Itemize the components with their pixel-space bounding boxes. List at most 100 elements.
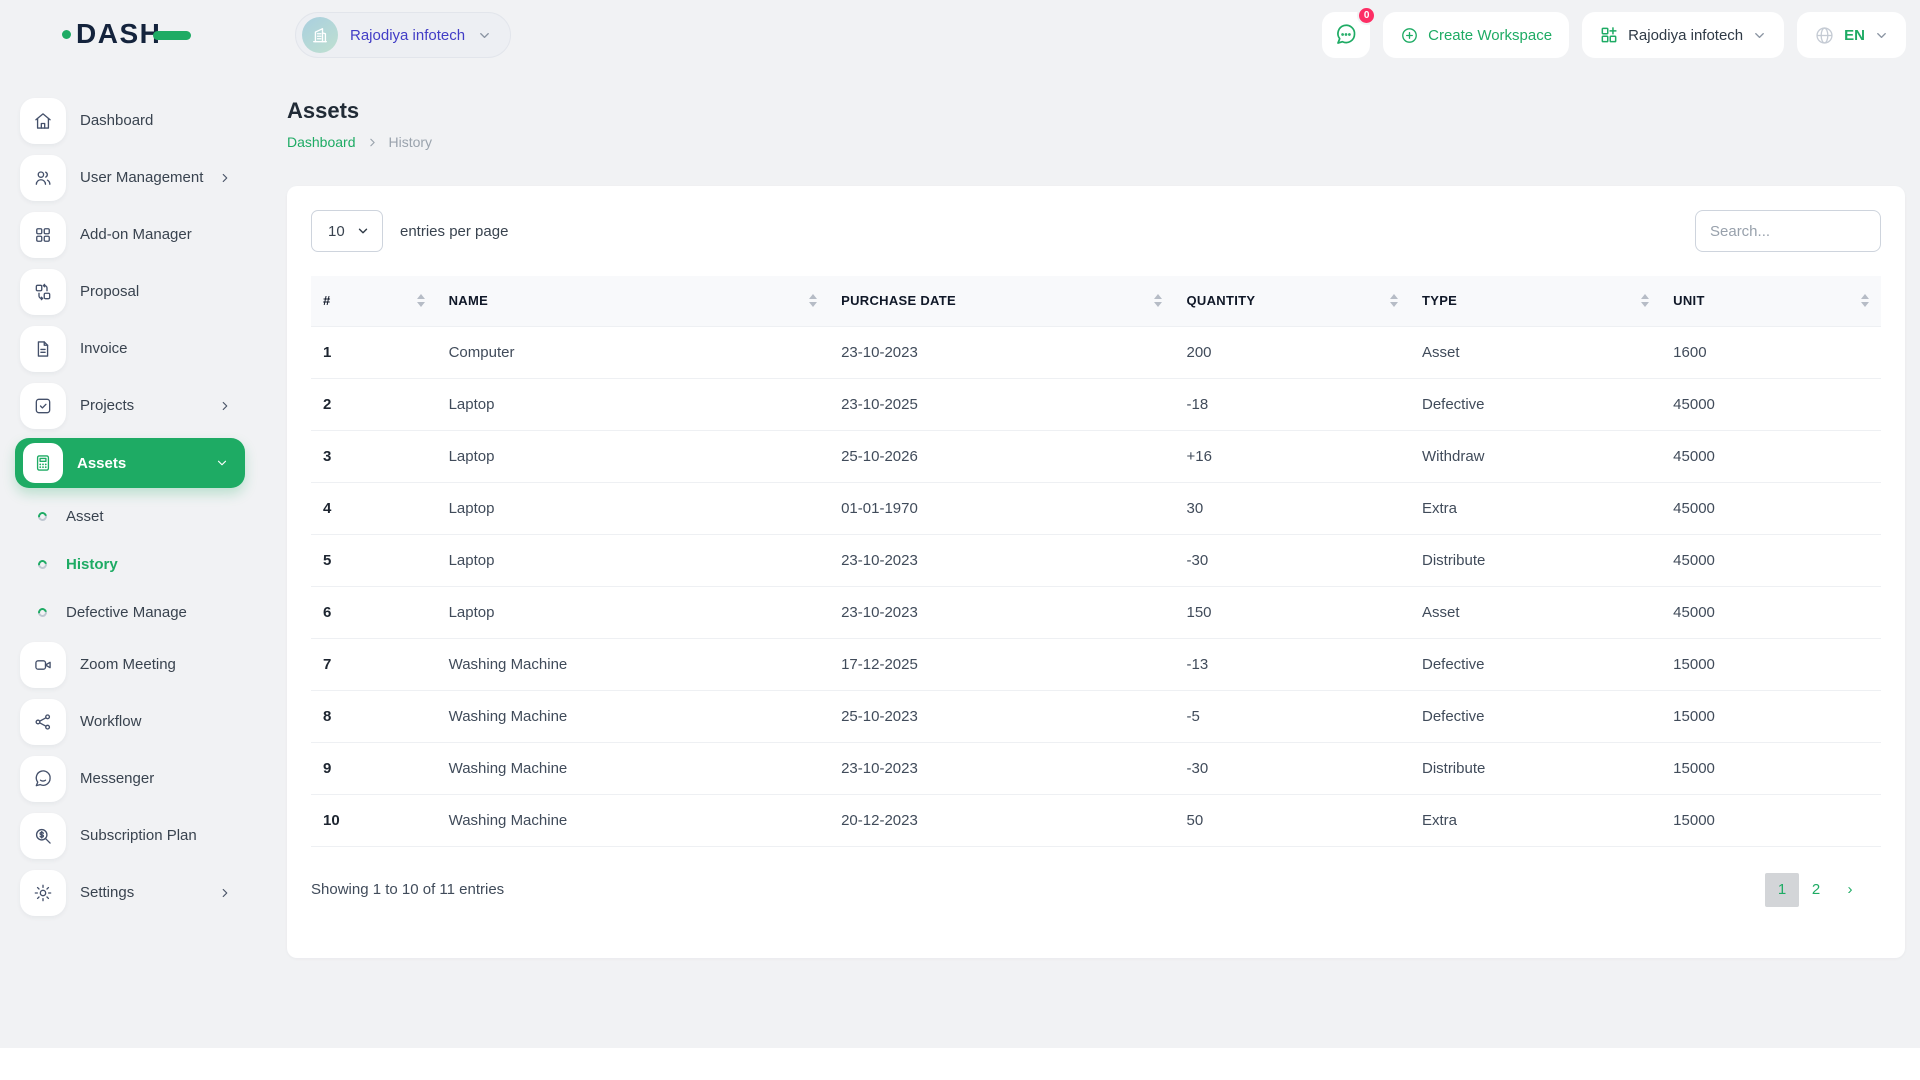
sidebar-item-subscription-plan[interactable]: Subscription Plan [0,807,262,864]
table-header-row: # NAME PURCHASE DATE QUANTITY TYPE UNIT [311,276,1881,327]
sidebar-subitem-defective-manage[interactable]: Defective Manage [0,588,262,636]
brand-logo[interactable]: DASH [62,18,192,50]
cell-quantity: 200 [1174,326,1410,379]
sidebar-item-addon-manager[interactable]: Add-on Manager [0,206,262,263]
table-controls: 10 entries per page [311,210,1881,252]
table-row: 4 Laptop 01-01-1970 30 Extra 45000 [311,482,1881,535]
pagination: 1 2 › [1765,872,1867,907]
sidebar-item-proposal[interactable]: Proposal [0,263,262,320]
search-input[interactable] [1695,210,1881,252]
cell-type: Distribute [1409,534,1662,587]
chevron-right-icon [222,401,228,410]
sidebar-subitem-label: Asset [66,507,104,525]
page-button-2[interactable]: 2 [1799,873,1833,907]
sidebar-subitem-history[interactable]: History [0,540,262,588]
cell-name: Laptop [436,430,830,483]
sidebar-item-settings[interactable]: Settings [0,864,262,921]
cell-index: 4 [311,482,437,535]
sort-icon [809,294,818,308]
sidebar-item-user-management[interactable]: User Management [0,149,262,206]
create-workspace-button[interactable]: Create Workspace [1383,12,1570,58]
sidebar-item-workflow[interactable]: Workflow [0,693,262,750]
entries-per-page-select[interactable]: 10 [311,210,383,252]
cell-unit: 45000 [1661,534,1881,587]
brand-name: DASH [76,18,162,49]
workspace-switcher-label: Rajodiya infotech [350,26,466,44]
workspace-grid-icon [1601,27,1617,43]
cell-quantity: -30 [1174,534,1410,587]
cell-quantity: 150 [1174,586,1410,639]
logo-dot-icon [62,29,71,39]
cell-type: Defective [1409,638,1662,691]
entries-summary: Showing 1 to 10 of 11 entries [311,881,505,898]
cell-name: Laptop [436,378,830,431]
cell-name: Laptop [436,586,830,639]
chevron-down-icon [480,32,489,38]
main-content: Assets Dashboard History 10 entries per … [287,72,1905,958]
cell-index: 2 [311,378,437,431]
column-header-name[interactable]: NAME [436,276,830,327]
cell-quantity: -18 [1174,378,1410,431]
entries-per-page-label: entries per page [400,222,509,240]
chat-bubble-icon [1337,24,1356,44]
grid-icon [20,211,66,258]
sidebar-item-messenger[interactable]: Messenger [0,750,262,807]
cell-purchase-date: 01-01-1970 [829,482,1175,535]
column-header-type[interactable]: TYPE [1409,276,1662,327]
messages-button[interactable]: 0 [1322,6,1377,58]
workspace-menu-label: Rajodiya infotech [1628,26,1744,44]
bullet-icon [36,605,49,619]
globe-icon [1816,26,1833,44]
chevron-right-icon [369,138,375,146]
cell-type: Asset [1409,586,1662,639]
sidebar-item-label: Workflow [80,713,142,730]
language-selector[interactable]: EN [1797,12,1906,58]
cell-name: Washing Machine [436,638,830,691]
language-label: EN [1844,26,1865,44]
cell-type: Asset [1409,326,1662,379]
cell-purchase-date: 23-10-2025 [829,378,1175,431]
building-icon [313,28,327,43]
breadcrumb-dashboard-link[interactable]: Dashboard [287,134,356,150]
cell-index: 7 [311,638,437,691]
page-button-1[interactable]: 1 [1765,872,1799,907]
logo-dash-icon [153,30,192,40]
column-header-purchase-date[interactable]: PURCHASE DATE [829,276,1175,327]
sort-icon [1389,294,1398,308]
sidebar-subitem-label: History [66,555,118,573]
column-header-index[interactable]: # [311,276,437,327]
sidebar-item-invoice[interactable]: Invoice [0,320,262,377]
sidebar-item-label: Dashboard [80,112,154,129]
cell-purchase-date: 20-12-2023 [829,794,1175,847]
table-row: 9 Washing Machine 23-10-2023 -30 Distrib… [311,742,1881,795]
cell-purchase-date: 25-10-2026 [829,430,1175,483]
next-page-button[interactable]: › [1833,873,1867,907]
sidebar-item-label: Subscription Plan [80,827,197,844]
workspace-menu-button[interactable]: Rajodiya infotech [1582,12,1785,58]
cell-unit: 1600 [1661,326,1881,379]
cell-quantity: -13 [1174,638,1410,691]
column-header-unit[interactable]: UNIT [1661,276,1881,327]
check-square-icon [20,382,66,429]
cell-purchase-date: 17-12-2025 [829,638,1175,691]
sidebar-subitem-asset[interactable]: Asset [0,492,262,540]
sidebar-item-dashboard[interactable]: Dashboard [0,92,262,149]
cell-purchase-date: 23-10-2023 [829,326,1175,379]
sidebar-item-projects[interactable]: Projects [0,377,262,434]
cell-name: Computer [436,326,830,379]
page-title: Assets [287,98,360,123]
sidebar-item-assets[interactable]: Assets [15,438,245,488]
sidebar-item-label: Add-on Manager [80,226,192,243]
workspace-switcher[interactable]: Rajodiya infotech [295,12,512,58]
chevron-down-icon [217,460,227,466]
create-workspace-label: Create Workspace [1428,26,1553,44]
column-header-quantity[interactable]: QUANTITY [1174,276,1410,327]
sidebar-item-zoom-meeting[interactable]: Zoom Meeting [0,636,262,693]
cell-quantity: -5 [1174,690,1410,743]
calculator-icon [23,443,63,483]
table-row: 7 Washing Machine 17-12-2025 -13 Defecti… [311,638,1881,691]
cell-type: Distribute [1409,742,1662,795]
swap-arrows-icon [20,268,66,315]
gear-icon [20,869,66,916]
cell-name: Laptop [436,534,830,587]
